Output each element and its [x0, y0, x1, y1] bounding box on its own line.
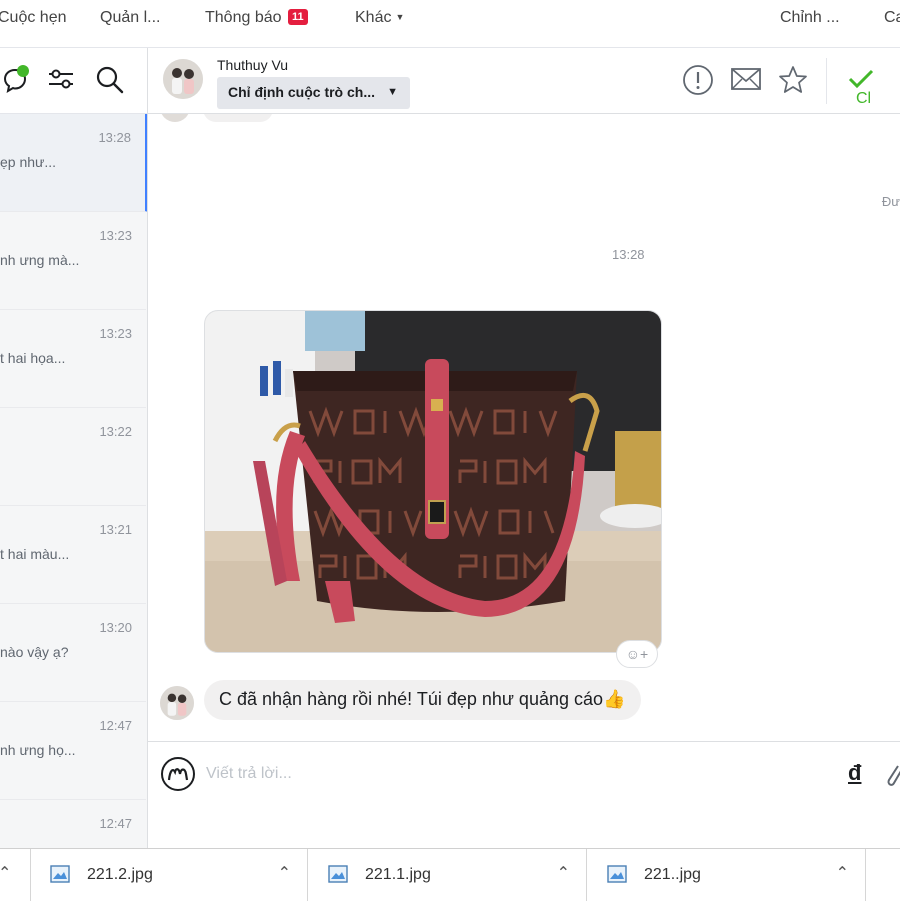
chevron-up-icon[interactable]: ⌃ [557, 863, 570, 883]
conversation-list: 13:28 ẹp như... 13:23 nh ưng mà... 13:23… [0, 48, 148, 848]
star-icon[interactable] [778, 65, 808, 100]
messenger-logo-icon [160, 756, 196, 797]
notification-count-badge: 11 [287, 9, 308, 25]
photo-attachment-handbag[interactable] [204, 310, 662, 653]
conversation-time: 13:20 [99, 620, 132, 635]
conversation-snippet: nào vậy ạ? [0, 644, 69, 660]
conversation-item[interactable]: 13:23 nh ưng mà... [0, 212, 146, 310]
conversation-snippet: nh ưng mà... [0, 252, 80, 268]
conversation-item[interactable]: 12:47 nh ưng họ... [0, 702, 146, 800]
attachment-paperclip-icon[interactable] [884, 760, 900, 795]
caret-down-icon: ▼ [387, 86, 398, 98]
conversation-item[interactable]: 13:22 [0, 408, 146, 506]
contact-name[interactable]: Thuthuy Vu [217, 57, 288, 73]
conversation-time: 12:47 [99, 718, 132, 733]
avatar [160, 114, 190, 122]
chat-bubble-icon[interactable] [2, 64, 32, 99]
image-file-icon [607, 865, 627, 888]
conversation-item[interactable]: 13:20 nào vậy ạ? [0, 604, 146, 702]
download-item[interactable]: 221..jpg ⌃ [588, 849, 866, 901]
seen-status: Đư [881, 194, 900, 209]
nav-item-settings[interactable]: Ca [884, 9, 900, 27]
chat-header: Thuthuy Vu Chỉ định cuộc trò ch... ▼ Cl [148, 48, 900, 114]
mark-done-button[interactable]: Cl [848, 68, 900, 108]
conversation-time: 12:47 [99, 816, 132, 831]
downloads-bar: ⌃ 221.2.jpg ⌃ 221.1.jpg ⌃ 221..jpg ⌃ [0, 848, 900, 901]
contact-avatar [160, 686, 194, 720]
mail-icon[interactable] [730, 66, 762, 97]
assign-conversation-label: Chỉ định cuộc trò ch... [228, 84, 375, 100]
chevron-up-icon[interactable]: ⌃ [278, 863, 291, 883]
download-item[interactable]: 221.1.jpg ⌃ [309, 849, 587, 901]
download-filename: 221.2.jpg [87, 866, 153, 883]
conversation-item[interactable]: 13:23 t hai họa... [0, 310, 146, 408]
message-thread: Đư 13:28 ☺+ C đã nhận hàng rồi nhé! Túi … [148, 114, 900, 741]
conversation-item[interactable]: 13:28 ẹp như... [0, 114, 147, 212]
payment-request-icon[interactable]: đ [848, 760, 861, 786]
conversation-snippet: t hai họa... [0, 350, 66, 366]
caret-down-icon: ▼ [395, 12, 405, 22]
conversation-snippet: t hai màu... [0, 546, 70, 562]
nav-item-notifications-label: Thông báo [205, 9, 282, 26]
assign-conversation-dropdown[interactable]: Chỉ định cuộc trò ch... ▼ [217, 77, 410, 109]
header-divider [826, 58, 827, 104]
chevron-up-icon[interactable]: ⌃ [836, 863, 849, 883]
conversation-snippet: ẹp như... [0, 154, 57, 170]
conversation-snippet: nh ưng họ... [0, 742, 76, 758]
top-nav: Cuộc hẹn Quản l... Thông báo 11 Khác ▼ Ch… [0, 0, 900, 48]
conversation-time: 13:23 [99, 326, 132, 341]
nav-item-appointments[interactable]: Cuộc hẹn [0, 9, 67, 27]
reply-composer: Viết trả lời... đ [148, 741, 900, 848]
mark-done-label: Cl [856, 90, 872, 107]
image-file-icon [328, 865, 348, 888]
conversation-time: 13:21 [99, 522, 132, 537]
conversation-list-toolbar [0, 48, 147, 114]
previous-message-bubble [203, 114, 273, 122]
message-bubble[interactable]: C đã nhận hàng rồi nhé! Túi đẹp như quản… [204, 680, 642, 720]
conversation-item[interactable]: 12:47 [0, 800, 146, 848]
nav-item-more[interactable]: Khác ▼ [355, 9, 404, 27]
add-reaction-button[interactable]: ☺+ [616, 640, 658, 668]
conversation-time: 13:28 [98, 130, 131, 145]
chevron-up-icon[interactable]: ⌃ [0, 863, 11, 883]
report-icon[interactable] [682, 64, 714, 101]
contact-avatar[interactable] [163, 59, 203, 99]
nav-item-notifications[interactable]: Thông báo 11 [205, 9, 308, 27]
filter-sliders-icon[interactable] [47, 66, 75, 97]
download-filename: 221.1.jpg [365, 866, 431, 883]
search-icon[interactable] [95, 65, 125, 100]
image-file-icon [50, 865, 70, 888]
download-item[interactable]: 221.2.jpg ⌃ [30, 849, 308, 901]
conversation-time: 13:23 [99, 228, 132, 243]
nav-item-manage[interactable]: Quản l... [100, 9, 160, 27]
message-timestamp: 13:28 [612, 247, 645, 262]
nav-item-more-label: Khác [355, 9, 392, 26]
conversation-item[interactable]: 13:21 t hai màu... [0, 506, 146, 604]
nav-item-edit[interactable]: Chỉnh ... [780, 9, 840, 27]
download-filename: 221..jpg [644, 866, 701, 883]
reply-input[interactable]: Viết trả lời... [206, 765, 292, 783]
conversation-time: 13:22 [99, 424, 132, 439]
